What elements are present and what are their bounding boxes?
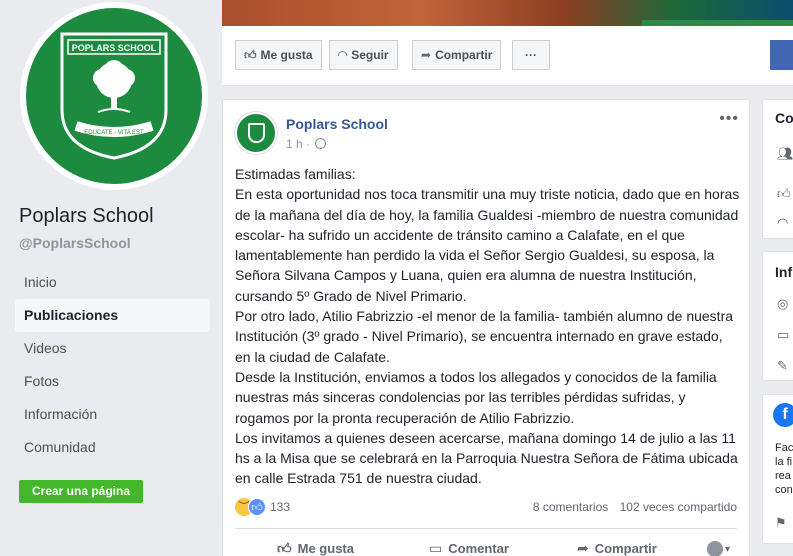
share-arrow-icon: ➦	[577, 540, 589, 556]
pencil-icon: ✎	[777, 358, 788, 373]
info-card-title: Inf	[775, 264, 793, 280]
shares-count-link[interactable]: 102 veces compartido	[620, 500, 737, 514]
page-action-bar: 👍︎ Me gusta ◠ Seguir ➦ Compartir ···	[222, 26, 793, 86]
nav-item-fotos[interactable]: Fotos	[15, 365, 210, 398]
crest-motto: EDUCATE - VITA EST	[84, 130, 144, 136]
post-paragraph: En esta oportunidad nos toca transmitir …	[235, 186, 740, 304]
post-card: Poplars School 1 h · ••• Estimadas famil…	[222, 99, 750, 556]
post-like-label: Me gusta	[297, 541, 354, 556]
post-as-selector[interactable]: ▾	[707, 540, 736, 556]
post-like-button[interactable]: 👍︎ Me gusta	[277, 540, 354, 556]
fb-info-line: la fi	[775, 456, 793, 468]
flag-icon: ⚑	[775, 515, 787, 530]
facebook-logo-icon: f	[773, 403, 793, 427]
post-comment-label: Comentar	[448, 541, 509, 556]
post-timestamp[interactable]: 1 h ·	[286, 137, 327, 151]
post-share-label: Compartir	[594, 541, 657, 556]
post-paragraph: Desde la Institución, enviamos a todos l…	[235, 368, 717, 426]
comment-bubble-icon: ▭	[429, 540, 443, 556]
follow-button[interactable]: ◠ Seguir	[329, 40, 398, 70]
post-author-name[interactable]: Poplars School	[286, 116, 388, 132]
profile-picture[interactable]: POPLARS SCHOOL EDUCATE - VITA EST	[20, 2, 208, 190]
more-options-button[interactable]: ···	[512, 40, 550, 70]
left-column: POPLARS SCHOOL EDUCATE - VITA EST Poplar…	[0, 0, 222, 556]
share-arrow-icon: ➦	[421, 48, 432, 62]
thumbs-up-icon: 👍︎	[244, 48, 257, 62]
crest-title: POPLARS SCHOOL	[72, 43, 157, 53]
post-share-button[interactable]: ➦ Compartir	[577, 540, 657, 556]
rss-icon: ◠	[777, 215, 789, 230]
reaction-count: 133	[270, 500, 291, 514]
post-stats: 8 comentarios 102 veces compartido	[525, 500, 737, 514]
globe-icon	[315, 138, 327, 149]
community-card: Co 👥︎ 👍︎ ◠	[762, 99, 793, 239]
globe-icon: ◎	[777, 296, 789, 311]
thumbs-up-outline-icon: 👍︎	[277, 540, 292, 556]
profile-avatar: POPLARS SCHOOL EDUCATE - VITA EST	[26, 8, 202, 184]
post-comment-button[interactable]: ▭ Comentar	[429, 540, 509, 556]
info-card: Inf ◎ ▭ ✎	[762, 251, 793, 381]
fb-info-line: Fac	[775, 442, 793, 454]
thumbs-up-icon: 👍︎	[777, 186, 791, 201]
like-page-button[interactable]: 👍︎ Me gusta	[235, 40, 322, 70]
primary-action-button[interactable]	[770, 40, 793, 70]
page-handle[interactable]: @PoplarsSchool	[19, 235, 131, 251]
like-page-label: Me gusta	[260, 48, 313, 62]
rss-icon: ◠	[338, 48, 348, 62]
cover-photo[interactable]	[222, 0, 793, 26]
post-time-text: 1 h ·	[286, 137, 311, 151]
message-icon: ▭	[777, 327, 790, 342]
post-paragraph: Estimadas familias:	[235, 166, 356, 182]
nav-item-inicio[interactable]: Inicio	[15, 266, 210, 299]
school-crest-logo: POPLARS SCHOOL EDUCATE - VITA EST	[60, 32, 168, 160]
nav-item-videos[interactable]: Videos	[15, 332, 210, 365]
nav-item-informacion[interactable]: Información	[15, 398, 210, 431]
share-page-button[interactable]: ➦ Compartir	[412, 40, 502, 70]
post-paragraph: Los invitamos a quienes deseen acercarse…	[235, 429, 738, 487]
nav-item-comunidad[interactable]: Comunidad	[15, 431, 210, 464]
post-author-avatar[interactable]	[235, 112, 277, 154]
crest-mini-icon	[248, 123, 265, 143]
share-page-label: Compartir	[435, 48, 493, 62]
facebook-info-card: f Fac la fi rea con ⚑	[762, 394, 793, 544]
community-card-title: Co	[775, 110, 793, 126]
user-avatar-icon	[707, 540, 723, 556]
follow-label: Seguir	[351, 48, 389, 62]
post-divider	[235, 528, 737, 529]
post-options-icon[interactable]: •••	[719, 110, 739, 128]
nav-item-publicaciones[interactable]: Publicaciones	[15, 299, 210, 332]
comments-count-link[interactable]: 8 comentarios	[533, 500, 608, 514]
caret-down-icon: ▾	[725, 544, 731, 555]
page-nav: Inicio Publicaciones Videos Fotos Inform…	[15, 266, 210, 464]
fb-info-line: rea	[775, 470, 791, 482]
post-action-bar: 👍︎ Me gusta ▭ Comentar ➦ Compartir ▾	[235, 538, 737, 556]
create-page-button[interactable]: Crear una página	[19, 480, 143, 503]
like-reaction-icon: 👍︎	[248, 498, 266, 516]
people-icon: 👥︎	[777, 146, 793, 161]
page-title[interactable]: Poplars School	[19, 205, 154, 228]
fb-info-line: con	[775, 484, 793, 496]
reactions-summary[interactable]: ︶ 👍︎ 133	[235, 498, 290, 518]
post-body: Estimadas familias: En esta oportunidad …	[235, 164, 740, 489]
post-paragraph: Por otro lado, Atilio Fabrizzio -el meno…	[235, 308, 734, 365]
